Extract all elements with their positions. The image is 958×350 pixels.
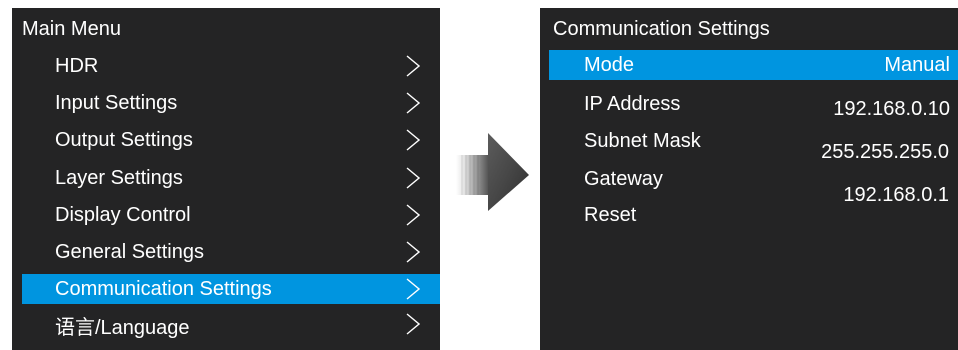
main-menu-panel: Main Menu HDR Input Settings Output Sett… [12, 8, 440, 350]
setting-row-gateway[interactable]: Gateway 192.168.0.1 [549, 165, 958, 206]
chevron-right-icon [406, 92, 420, 114]
setting-label-reset: Reset [584, 204, 637, 226]
menu-item-label: 语言/Language [55, 317, 190, 339]
menu-item-label: Layer Settings [55, 167, 183, 189]
menu-item-hdr[interactable]: HDR [22, 51, 440, 81]
menu-item-input-settings[interactable]: Input Settings [22, 88, 440, 118]
chevron-right-icon [406, 204, 420, 226]
menu-item-language[interactable]: 语言/Language [22, 313, 440, 343]
chevron-right-icon [406, 241, 420, 263]
menu-item-label: Display Control [55, 204, 191, 226]
menu-item-label: General Settings [55, 241, 204, 263]
setting-row-reset[interactable]: Reset [549, 201, 958, 231]
chevron-right-icon [406, 278, 420, 300]
setting-value-mode[interactable]: Manual [884, 53, 950, 77]
setting-row-subnet-mask[interactable]: Subnet Mask 255.255.255.0 [549, 127, 958, 163]
chevron-right-icon [406, 313, 420, 335]
setting-row-ip-address[interactable]: IP Address 192.168.0.10 [549, 90, 958, 120]
menu-item-communication-settings[interactable]: Communication Settings [22, 274, 440, 304]
menu-item-output-settings[interactable]: Output Settings [22, 125, 440, 155]
setting-label-subnet-mask: Subnet Mask [584, 130, 701, 152]
menu-item-label: Output Settings [55, 129, 193, 151]
setting-label-gateway: Gateway [584, 168, 663, 190]
communication-settings-panel: Communication Settings Mode Manual IP Ad… [540, 8, 958, 350]
right-arrow-icon [454, 131, 530, 213]
main-menu-title: Main Menu [22, 18, 121, 40]
chevron-right-icon [406, 55, 420, 77]
setting-label-ip-address: IP Address [584, 93, 681, 115]
menu-item-label: Communication Settings [55, 278, 272, 300]
setting-label-mode: Mode [584, 54, 635, 76]
chevron-right-icon [406, 129, 420, 151]
communication-settings-title: Communication Settings [553, 18, 770, 40]
setting-row-mode[interactable]: Mode Manual [549, 50, 958, 80]
setting-value-ip-address[interactable]: 192.168.0.10 [833, 97, 950, 121]
menu-item-label: HDR [55, 55, 99, 77]
setting-value-subnet-mask[interactable]: 255.255.255.0 [821, 140, 949, 164]
menu-item-label: Input Settings [55, 92, 178, 114]
menu-item-display-control[interactable]: Display Control [22, 200, 440, 230]
chevron-right-icon [406, 167, 420, 189]
menu-item-general-settings[interactable]: General Settings [22, 237, 440, 267]
menu-item-layer-settings[interactable]: Layer Settings [22, 163, 440, 193]
